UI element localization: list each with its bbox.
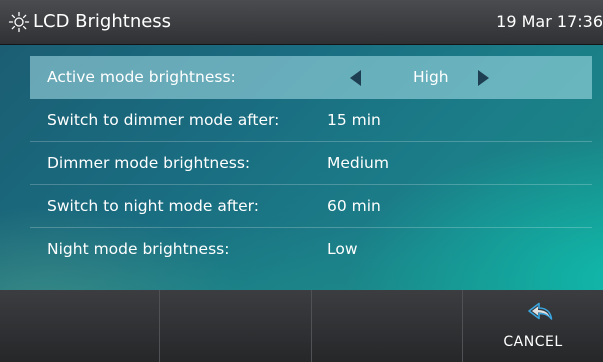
setting-label: Switch to dimmer mode after: — [47, 111, 280, 129]
title-bar: LCD Brightness 19 Mar 17:36 — [0, 0, 603, 45]
softkey-2[interactable] — [160, 290, 312, 362]
setting-label: Active mode brightness: — [47, 68, 236, 86]
sun-icon — [8, 11, 30, 33]
setting-value: High — [413, 68, 449, 86]
cancel-label: CANCEL — [503, 334, 563, 350]
setting-value: 15 min — [327, 111, 381, 129]
setting-row-dimmer-mode-brightness[interactable]: Dimmer mode brightness: Medium — [30, 142, 592, 185]
setting-label: Night mode brightness: — [47, 240, 230, 258]
setting-label: Dimmer mode brightness: — [47, 154, 251, 172]
softkey-1[interactable] — [0, 290, 160, 362]
decrease-arrow-icon[interactable] — [350, 70, 361, 86]
back-arrow-icon — [528, 302, 553, 320]
settings-list: Active mode brightness: High Switch to d… — [0, 45, 603, 290]
setting-label: Switch to night mode after: — [47, 197, 259, 215]
page-title: LCD Brightness — [33, 11, 172, 32]
cancel-button[interactable]: CANCEL — [463, 290, 603, 362]
increase-arrow-icon[interactable] — [478, 70, 489, 86]
setting-row-dimmer-mode-timeout[interactable]: Switch to dimmer mode after: 15 min — [30, 99, 592, 142]
setting-value: Low — [327, 240, 358, 258]
setting-value: Medium — [327, 154, 389, 172]
softkey-bar: CANCEL — [0, 290, 603, 362]
setting-row-night-mode-brightness[interactable]: Night mode brightness: Low — [30, 228, 592, 271]
setting-row-night-mode-timeout[interactable]: Switch to night mode after: 60 min — [30, 185, 592, 228]
softkey-3[interactable] — [312, 290, 463, 362]
setting-row-active-mode-brightness[interactable]: Active mode brightness: High — [30, 56, 592, 99]
setting-value: 60 min — [327, 197, 381, 215]
date-time: 19 Mar 17:36 — [496, 12, 603, 31]
